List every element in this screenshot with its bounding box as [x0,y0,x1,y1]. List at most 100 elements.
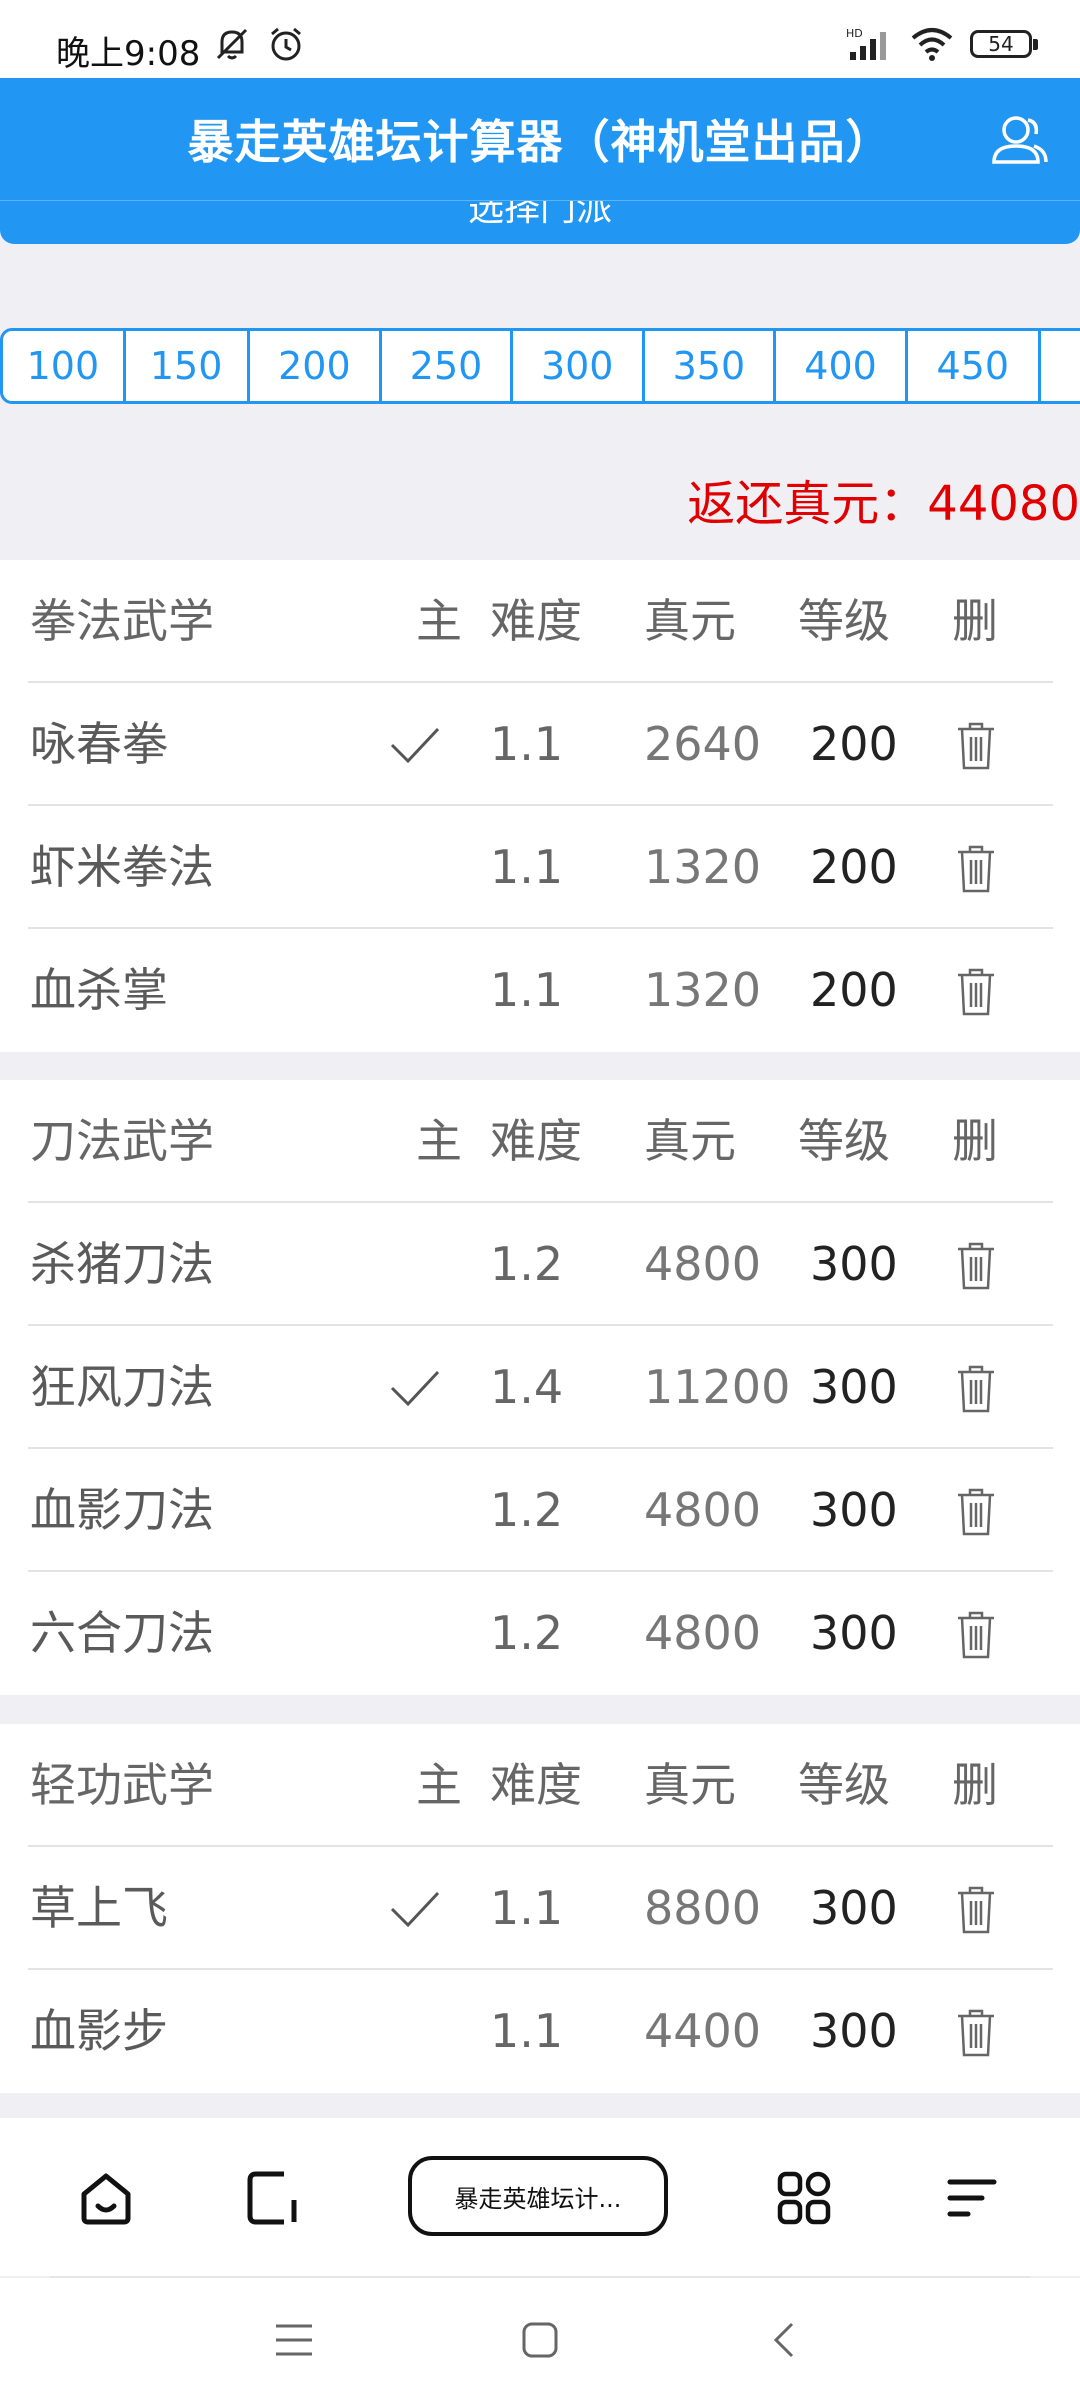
check-icon[interactable] [388,1887,442,1931]
refund-label: 返还真元： [687,476,928,532]
level-button[interactable]: 100 [0,328,126,404]
col-zhenyuan: 真元 [644,594,736,648]
col-difficulty: 难度 [490,1114,582,1168]
trash-icon[interactable] [956,1885,996,1935]
col-zhenyuan: 真元 [644,1114,736,1168]
menu-icon[interactable] [942,2168,1002,2228]
zhenyuan: 4800 [644,1483,762,1537]
wifi-icon [911,28,953,61]
level-button[interactable]: 200 [249,328,383,404]
level[interactable]: 300 [810,1449,898,1572]
level-button[interactable] [1040,328,1080,404]
page-title: 暴走英雄坛计算器（神机堂出品） [187,115,893,169]
level[interactable]: 300 [810,1203,898,1326]
trash-icon[interactable] [956,1610,996,1660]
apps-icon[interactable] [774,2168,834,2228]
section-title: 刀法武学 [30,1114,214,1168]
section-daofa: 刀法武学 主 难度 真元 等级 删 杀猪刀法 1.2 4800 300 狂风刀法… [0,1080,1080,1695]
trash-icon[interactable] [956,1241,996,1291]
section-title: 轻功武学 [30,1758,214,1812]
level-button[interactable]: 250 [382,328,513,404]
table-row: 咏春拳 1.1 2640 200 [28,683,1053,806]
skill-name: 虾米拳法 [30,840,214,894]
zhenyuan: 11200 [644,1360,791,1414]
status-bar: 晚上9:08 HD 54 [0,0,1080,78]
trash-icon[interactable] [956,844,996,894]
skill-name: 咏春拳 [30,717,168,771]
difficulty: 1.1 [490,1881,564,1935]
skill-name: 血影刀法 [30,1483,214,1537]
status-time: 晚上9:08 [56,34,201,74]
skill-name: 狂风刀法 [30,1360,214,1414]
app-header: 暴走英雄坛计算器（神机堂出品） [0,78,1080,200]
zhenyuan: 4800 [644,1237,762,1291]
trash-icon[interactable] [956,967,996,1017]
zhenyuan: 1320 [644,963,762,1017]
level-selector: 100 150 200 250 300 350 400 450 [0,328,1080,404]
level-button[interactable]: 300 [512,328,645,404]
level[interactable]: 300 [810,1572,898,1695]
table-header: 拳法武学 主 难度 真元 等级 删 [28,560,1053,683]
difficulty: 1.1 [490,2004,564,2058]
refund-value: 44080 [927,476,1080,532]
difficulty: 1.1 [490,717,564,771]
skill-name: 血杀掌 [30,963,168,1017]
check-icon[interactable] [388,723,442,767]
zhenyuan: 2640 [644,717,762,771]
table-row: 狂风刀法 1.4 11200 300 [28,1326,1053,1449]
home-icon[interactable] [76,2168,136,2228]
trash-icon[interactable] [956,2008,996,2058]
col-delete: 删 [952,1114,998,1168]
section-title: 拳法武学 [30,594,214,648]
browser-toolbar: 暴走英雄坛计... [0,2118,1080,2276]
home-button-icon[interactable] [518,2318,562,2362]
sect-select-button[interactable]: 选择门派 [0,200,1080,244]
col-level: 等级 [798,1114,890,1168]
trash-icon[interactable] [956,1487,996,1537]
col-difficulty: 难度 [490,594,582,648]
table-row: 血杀掌 1.1 1320 200 [28,929,1053,1052]
level-button[interactable]: 450 [907,328,1041,404]
col-delete: 删 [952,1758,998,1812]
difficulty: 1.4 [490,1360,564,1414]
col-zhenyuan: 真元 [644,1758,736,1812]
level[interactable]: 300 [810,1847,898,1970]
svg-text:HD: HD [846,27,863,40]
current-tab[interactable]: 暴走英雄坛计... [408,2156,668,2236]
check-icon[interactable] [388,1366,442,1410]
difficulty: 1.2 [490,1606,564,1660]
table-row: 草上飞 1.1 8800 300 [28,1847,1053,1970]
table-row: 杀猪刀法 1.2 4800 300 [28,1203,1053,1326]
refund-total: 返还真元：44080 [687,464,1080,534]
skill-name: 草上飞 [30,1881,168,1935]
zhenyuan: 8800 [644,1881,762,1935]
trash-icon[interactable] [956,1364,996,1414]
user-icon[interactable] [986,108,1050,172]
back-icon[interactable] [764,2318,808,2362]
sect-select-label: 选择门派 [467,200,612,229]
level[interactable]: 300 [810,1970,898,2093]
level[interactable]: 200 [810,929,898,1052]
level[interactable]: 200 [810,683,898,806]
level-button[interactable]: 350 [644,328,777,404]
trash-icon[interactable] [956,721,996,771]
difficulty: 1.2 [490,1483,564,1537]
difficulty: 1.2 [490,1237,564,1291]
zhenyuan: 4400 [644,2004,762,2058]
level[interactable]: 200 [810,806,898,929]
level-button[interactable]: 400 [776,328,908,404]
table-header: 轻功武学 主 难度 真元 等级 删 [28,1724,1053,1847]
zhenyuan: 4800 [644,1606,762,1660]
zhenyuan: 1320 [644,840,762,894]
table-row: 血影步 1.1 4400 300 [28,1970,1053,2093]
battery-indicator: 54 [970,30,1038,58]
skill-name: 六合刀法 [30,1606,214,1660]
system-navigation [0,2278,1080,2400]
difficulty: 1.1 [490,840,564,894]
section-quanfa: 拳法武学 主 难度 真元 等级 删 咏春拳 1.1 2640 200 虾米拳法 … [0,560,1080,1052]
level-button[interactable]: 150 [125,328,250,404]
level[interactable]: 300 [810,1326,898,1449]
bookmark-tabs-icon[interactable] [244,2168,304,2228]
recents-icon[interactable] [272,2318,316,2362]
difficulty: 1.1 [490,963,564,1017]
